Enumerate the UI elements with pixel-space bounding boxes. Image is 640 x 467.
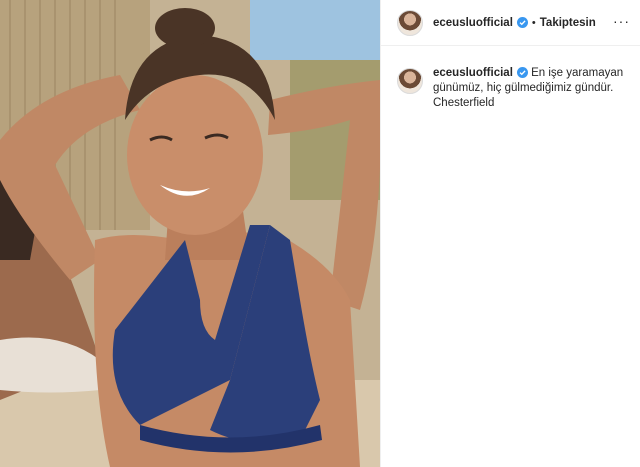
post-side-panel: eceusluofficial • Takiptesin ··· eceuslu… [380,0,640,467]
separator-dot: • [531,16,536,29]
more-options-icon[interactable]: ··· [613,14,630,32]
post-header: eceusluofficial • Takiptesin ··· [381,0,640,46]
following-button[interactable]: Takiptesin [540,17,596,29]
header-username[interactable]: eceusluofficial [433,17,513,29]
caption-username[interactable]: eceusluofficial [433,67,513,79]
instagram-post: eceusluofficial • Takiptesin ··· eceuslu… [0,0,640,467]
post-photo[interactable] [0,0,380,467]
post-caption: eceusluofficial En işe yaramayan günümüz… [381,46,640,111]
profile-avatar[interactable] [397,9,423,36]
verified-badge-icon [516,17,528,28]
verified-badge-icon [516,67,528,78]
caption-avatar[interactable] [397,68,423,94]
photo-illustration [0,0,380,467]
caption-text: eceusluofficial En işe yaramayan günümüz… [433,66,628,111]
